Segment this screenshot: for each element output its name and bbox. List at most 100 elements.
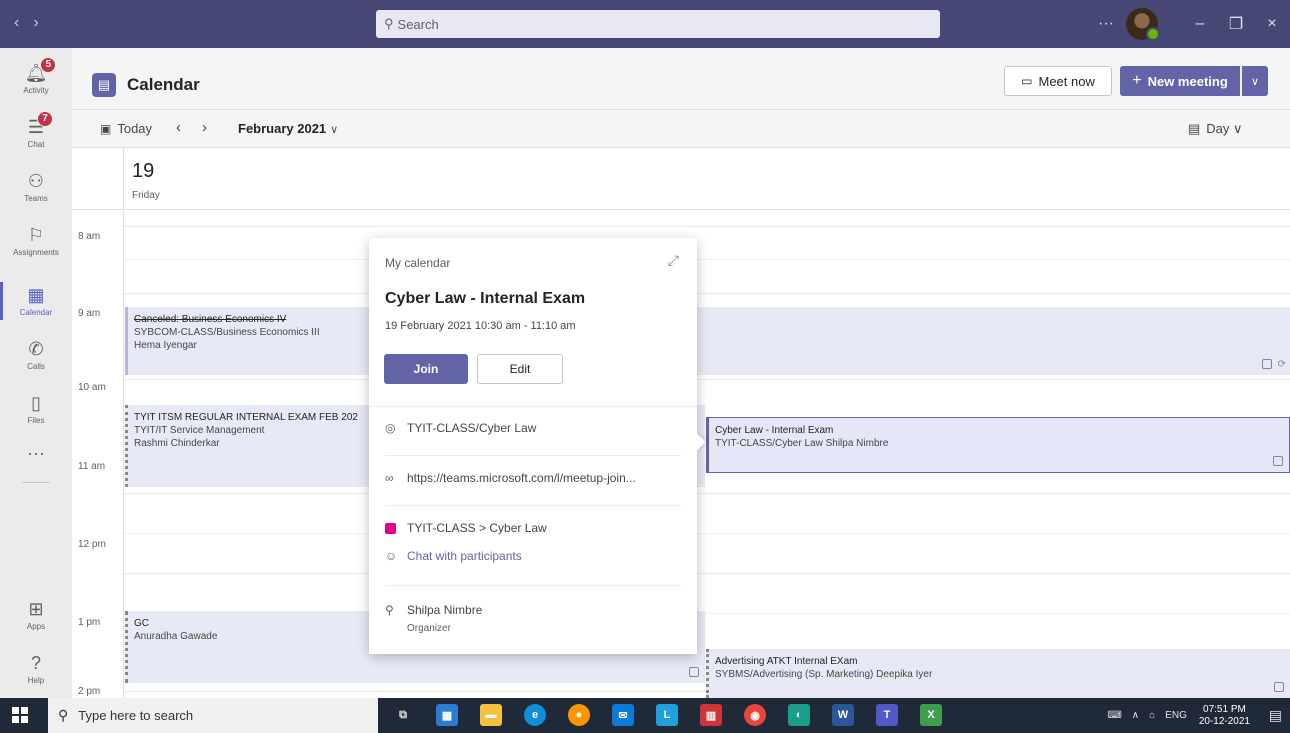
expand-icon[interactable]: ⤢ bbox=[668, 252, 679, 269]
today-label: Today bbox=[117, 121, 153, 136]
nav-arrows: ‹› bbox=[14, 14, 53, 32]
meet-now-button[interactable]: ▭ Meet now bbox=[1004, 66, 1112, 96]
clock-time: 07:51 PM bbox=[1203, 703, 1246, 715]
meeting-icon bbox=[689, 667, 699, 677]
lens-icon[interactable]: L bbox=[656, 704, 678, 726]
excel-icon[interactable]: X bbox=[920, 704, 942, 726]
calendar-today-icon: ▣ bbox=[100, 121, 112, 136]
chrome-icon[interactable]: ◉ bbox=[744, 704, 766, 726]
popup-chat[interactable]: ☺ Chat with participants bbox=[385, 549, 522, 563]
time-gutter-header bbox=[72, 148, 124, 210]
meeting-icon bbox=[1273, 456, 1283, 466]
meeting-icon bbox=[1274, 682, 1284, 692]
day-number: 19 bbox=[132, 160, 155, 182]
chat-link: Chat with participants bbox=[407, 549, 522, 563]
rail-more-button[interactable]: ··· bbox=[0, 426, 72, 480]
maximize-icon[interactable]: ❐ bbox=[1218, 14, 1254, 34]
previous-day-button[interactable]: ‹ bbox=[176, 119, 181, 136]
chevron-down-icon: ∨ bbox=[1250, 75, 1260, 88]
view-switcher[interactable]: ▤ Day ∨ bbox=[1188, 121, 1243, 137]
rail-divider bbox=[22, 482, 50, 483]
taskbar-search[interactable]: ⚲ Type here to search bbox=[48, 698, 378, 733]
firefox-icon[interactable]: ● bbox=[568, 704, 590, 726]
event-title: Canceled: Business Economics IV bbox=[134, 314, 287, 325]
teams-taskbar-icon[interactable]: T bbox=[876, 704, 898, 726]
popup-link[interactable]: ∞ https://teams.microsoft.com/l/meetup-j… bbox=[385, 471, 636, 485]
apps-icon: ⊞ bbox=[28, 599, 44, 619]
clock[interactable]: 07:51 PM 20-12-2021 bbox=[1199, 704, 1250, 728]
photos-icon[interactable]: ◐ bbox=[788, 704, 810, 726]
event-channel: TYIT-CLASS/Cyber Law Shilpa Nimbre bbox=[715, 438, 889, 449]
close-icon[interactable]: × bbox=[1254, 15, 1290, 33]
new-meeting-button[interactable]: + New meeting bbox=[1120, 66, 1240, 96]
notification-icon[interactable]: ▤ bbox=[1269, 707, 1282, 724]
edit-button[interactable]: Edit bbox=[477, 354, 563, 384]
popup-channel[interactable]: TYIT-CLASS > Cyber Law bbox=[385, 521, 547, 535]
assignments-icon: ⚐ bbox=[27, 225, 45, 245]
chevron-down-icon: ∨ bbox=[330, 124, 339, 136]
network-icon[interactable]: ⌂ bbox=[1149, 710, 1155, 721]
search-input[interactable]: ⚲ Search bbox=[376, 10, 940, 38]
chevron-down-icon: ∨ bbox=[1233, 121, 1243, 136]
organizer-name: Shilpa Nimbre bbox=[407, 603, 483, 617]
file-explorer-icon[interactable]: ▬ bbox=[480, 704, 502, 726]
rail-item-label: Chat bbox=[27, 140, 45, 149]
channel-icon bbox=[385, 522, 396, 534]
rail-item-activity[interactable]: 🔔︎ 5 Activity bbox=[0, 52, 72, 106]
time-label: 9 am bbox=[78, 308, 101, 319]
rail-item-apps[interactable]: ⊞ Apps bbox=[0, 588, 72, 642]
meet-now-label: Meet now bbox=[1038, 73, 1095, 89]
more-options-icon[interactable]: ··· bbox=[1098, 15, 1114, 33]
rail-item-label: Activity bbox=[23, 86, 49, 95]
hour-line bbox=[124, 493, 1290, 494]
organizer-role: Organizer bbox=[407, 623, 451, 634]
keyboard-icon[interactable]: ⌨ bbox=[1107, 710, 1121, 721]
edge-icon[interactable]: e bbox=[524, 704, 546, 726]
help-icon: ? bbox=[30, 653, 41, 673]
rail-item-label: Apps bbox=[26, 622, 46, 631]
more-icon: ··· bbox=[27, 443, 45, 463]
new-meeting-label: New meeting bbox=[1147, 73, 1228, 89]
new-meeting-dropdown[interactable]: ∨ bbox=[1242, 66, 1268, 96]
title-bar: ‹› ⚲ Search ··· – ❐ × bbox=[0, 0, 1290, 48]
back-arrow-icon[interactable]: ‹ bbox=[14, 14, 33, 31]
rail-item-calendar[interactable]: ▦ Calendar bbox=[0, 274, 72, 328]
chevron-up-icon[interactable]: ∧ bbox=[1132, 710, 1139, 721]
event-business-economics[interactable]: Canceled: Business Economics IV SYBCOM-C… bbox=[125, 307, 1290, 375]
time-label: 2 pm bbox=[78, 686, 101, 697]
windows-start-icon[interactable] bbox=[12, 707, 28, 723]
rail-item-chat[interactable]: ☰ 7 Chat bbox=[0, 106, 72, 160]
forward-arrow-icon[interactable]: › bbox=[33, 14, 52, 31]
calendar-header: ▤ Calendar ▭ Meet now + New meeting ∨ bbox=[72, 48, 1290, 110]
word-icon[interactable]: W bbox=[832, 704, 854, 726]
calendar-icon: ▦ bbox=[27, 285, 45, 305]
join-button[interactable]: Join bbox=[384, 354, 468, 384]
rail-item-help[interactable]: ? Help bbox=[0, 642, 72, 696]
event-details-popup: My calendar ⤢ Cyber Law - Internal Exam … bbox=[369, 238, 706, 654]
video-icon: ▭ bbox=[1021, 74, 1033, 88]
mail-icon[interactable]: ✉ bbox=[612, 704, 634, 726]
task-view-icon[interactable]: ⧉ bbox=[392, 704, 414, 726]
rail-item-calls[interactable]: ✆ Calls bbox=[0, 328, 72, 382]
calculator-icon[interactable]: ▦ bbox=[436, 704, 458, 726]
divider bbox=[385, 505, 681, 506]
rail-item-label: Help bbox=[27, 676, 45, 685]
rail-item-label: Calendar bbox=[19, 308, 53, 317]
minimize-icon[interactable]: – bbox=[1182, 15, 1218, 33]
month-picker[interactable]: February 2021 ∨ bbox=[238, 121, 338, 136]
day-name: Friday bbox=[132, 190, 160, 201]
popup-organizer: ⚲ Shilpa Nimbre bbox=[385, 603, 482, 617]
next-day-button[interactable]: › bbox=[202, 119, 207, 136]
popup-location: ◎ TYIT-CLASS/Cyber Law bbox=[385, 421, 536, 435]
office-icon[interactable]: ▥ bbox=[700, 704, 722, 726]
today-button[interactable]: ▣ Today bbox=[100, 121, 152, 136]
event-advertising[interactable]: Advertising ATKT Internal EXam SYBMS/Adv… bbox=[706, 649, 1290, 698]
language-indicator[interactable]: ENG bbox=[1165, 710, 1187, 721]
avatar[interactable] bbox=[1126, 8, 1160, 41]
month-label: February 2021 bbox=[238, 121, 327, 136]
rail-item-teams[interactable]: ⚇ Teams bbox=[0, 160, 72, 214]
rail-item-assignments[interactable]: ⚐ Assignments bbox=[0, 214, 72, 268]
time-label: 12 pm bbox=[78, 539, 106, 550]
event-cyber-law[interactable]: Cyber Law - Internal Exam TYIT-CLASS/Cyb… bbox=[706, 417, 1290, 473]
divider bbox=[385, 585, 681, 586]
